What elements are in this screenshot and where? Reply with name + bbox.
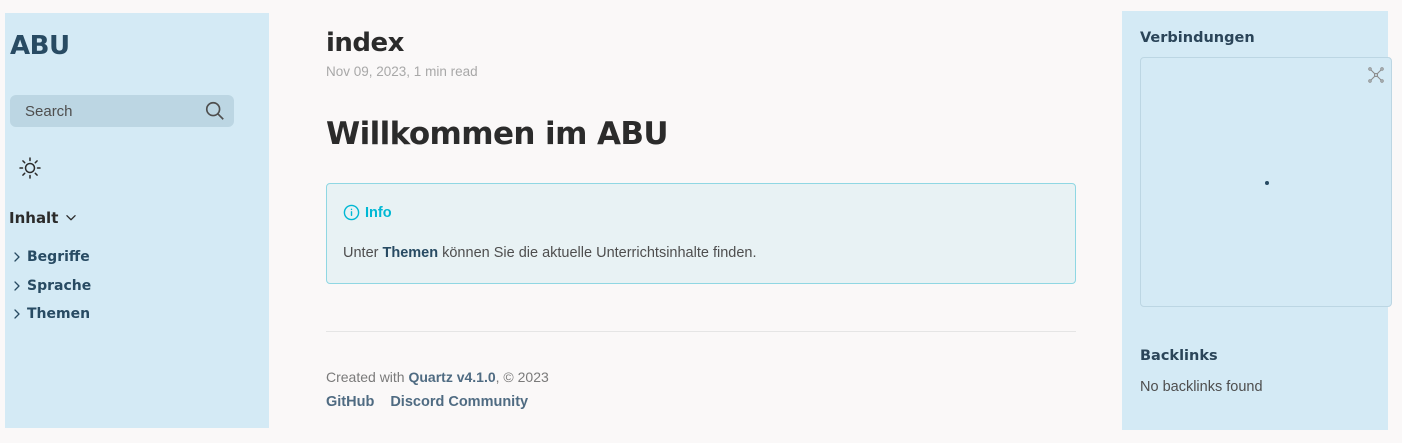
graph-node[interactable] — [1265, 181, 1269, 185]
explorer-list: Begriffe Sprache Themen — [11, 243, 91, 329]
explorer-toggle[interactable]: Inhalt — [9, 209, 78, 227]
right-sidebar: Verbindungen Backlinks No backlinks foun… — [1122, 11, 1392, 430]
quartz-link[interactable]: Quartz v4.1.0 — [408, 369, 495, 385]
graph-view[interactable] — [1140, 57, 1392, 307]
chevron-right-icon — [14, 309, 20, 319]
search-placeholder: Search — [25, 102, 73, 120]
footer-divider — [326, 331, 1076, 332]
themen-link[interactable]: Themen — [383, 245, 439, 261]
left-sidebar: ABU Search Inhalt Begriffe Sprache Theme… — [5, 13, 269, 428]
callout-body: Unter Themen können Sie die aktuelle Unt… — [343, 245, 757, 261]
backlinks-empty-text: No backlinks found — [1140, 379, 1263, 395]
sun-icon[interactable] — [18, 156, 42, 180]
callout-text-before: Unter — [343, 245, 383, 261]
graph-title: Verbindungen — [1140, 30, 1255, 46]
footer-copyright: , © 2023 — [495, 369, 549, 385]
main-content: index Nov 09, 2023, 1 min read Willkomme… — [326, 28, 1076, 410]
explorer-item-label: Begriffe — [27, 249, 90, 266]
callout-text-after: können Sie die aktuelle Unterrichtsinhal… — [438, 245, 757, 261]
page-title: index — [326, 28, 404, 58]
site-title[interactable]: ABU — [10, 31, 70, 61]
info-callout: Info Unter Themen können Sie die aktuell… — [326, 183, 1076, 284]
chevron-right-icon — [14, 281, 20, 291]
explorer-item-begriffe[interactable]: Begriffe — [11, 243, 91, 272]
article-heading: Willkommen im ABU — [326, 116, 669, 152]
footer-created-prefix: Created with — [326, 369, 409, 385]
explorer-item-label: Themen — [27, 306, 91, 323]
search-icon[interactable] — [204, 100, 226, 122]
footer-credit: Created with Quartz v4.1.0, © 2023 — [326, 369, 549, 385]
footer-links: GitHub Discord Community — [326, 394, 528, 410]
discord-link[interactable]: Discord Community — [390, 394, 528, 410]
global-graph-icon[interactable] — [1367, 66, 1385, 84]
info-icon — [343, 204, 360, 221]
explorer-item-themen[interactable]: Themen — [11, 300, 91, 329]
chevron-down-icon — [66, 215, 77, 221]
search-input[interactable]: Search — [10, 95, 234, 127]
explorer-item-label: Sprache — [27, 277, 92, 294]
github-link[interactable]: GitHub — [326, 394, 374, 410]
backlinks-title: Backlinks — [1140, 348, 1218, 364]
page-meta: Nov 09, 2023, 1 min read — [326, 64, 478, 79]
explorer-item-sprache[interactable]: Sprache — [11, 272, 91, 301]
callout-title-text: Info — [365, 204, 392, 221]
chevron-right-icon — [14, 252, 20, 262]
callout-title: Info — [343, 204, 392, 221]
explorer-title: Inhalt — [9, 209, 59, 227]
